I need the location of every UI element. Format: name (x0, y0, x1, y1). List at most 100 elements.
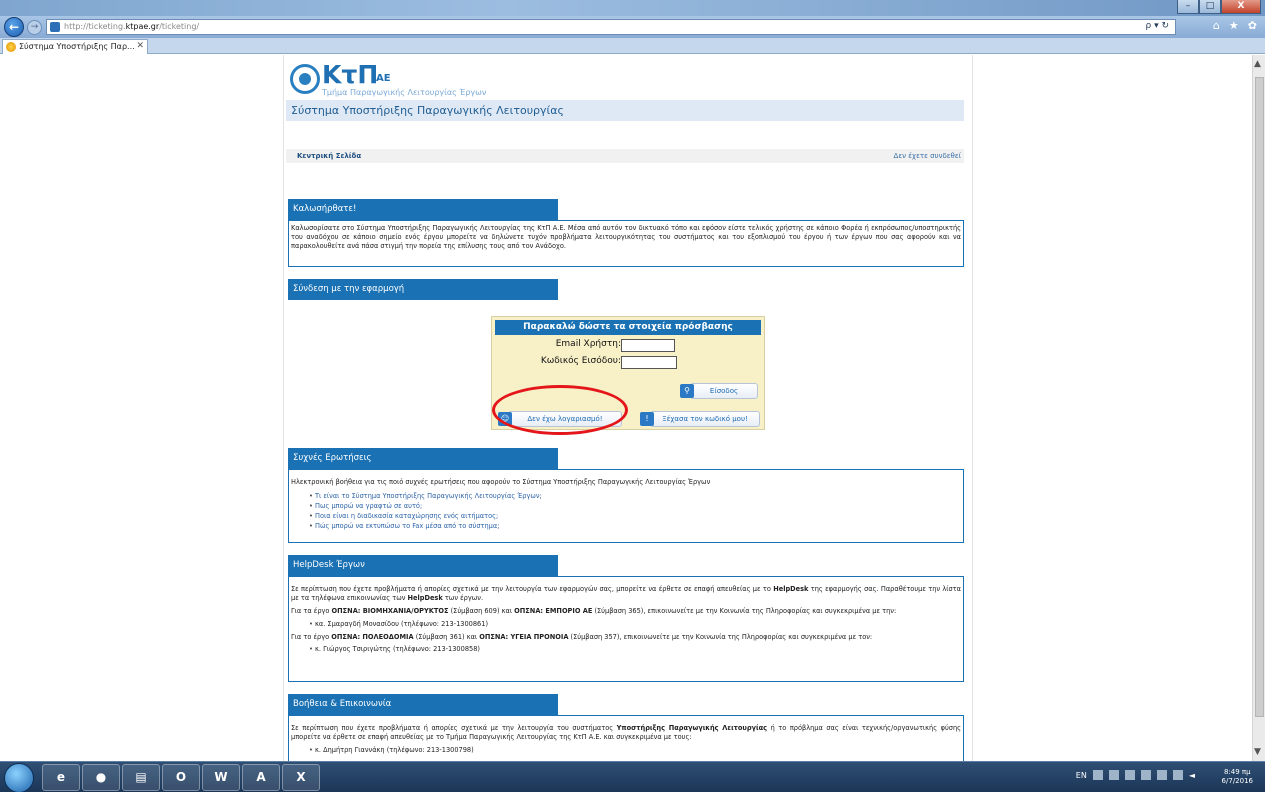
list-item[interactable]: Ποια είναι η διαδικασία καταχώρησης ενός… (309, 512, 961, 521)
faq-link[interactable]: Τι είναι το Σύστημα Υποστήριξης Παραγωγι… (315, 492, 542, 500)
helpdesk-paragraph-2: Για το έργο ΟΠΣΝΑ: ΠΟΛΕΟΔΟΜΙΑ (Σύμβαση 3… (291, 633, 961, 642)
page-icon (50, 22, 60, 32)
address-bar[interactable]: http://ticketing.ktpae.gr/ticketing/ ρ ▾… (46, 19, 1176, 35)
text-part: Για τα έργο (291, 606, 332, 615)
helpdesk-intro: Σε περίπτωση που έχετε προβλήματα ή απορ… (291, 585, 961, 603)
minimize-button[interactable]: – (1177, 0, 1199, 14)
highlight-annotation (492, 385, 628, 435)
tray-icon[interactable] (1092, 770, 1103, 780)
site-logo[interactable]: ΚτΠ ΑΕ Τμήμα Παραγωγικής Λειτουργίας Έργ… (290, 60, 550, 98)
tray-icon[interactable] (1108, 770, 1119, 780)
text-part: (Σύμβαση 357), επικοινωνείτε με την Κοιν… (568, 632, 873, 641)
text-part-bold: ΟΠΣΝΑ: ΕΜΠΟΡΙΟ ΑΕ (514, 606, 593, 615)
taskbar-app-explorer[interactable]: ▤ (122, 764, 160, 791)
close-window-button[interactable]: X (1221, 0, 1261, 14)
window-controls: – □ X (1177, 0, 1261, 14)
list-item[interactable]: Πως μπορώ να γραφτώ σε αυτό; (309, 502, 961, 511)
tray-icon[interactable] (1172, 770, 1183, 780)
forward-arrow-icon: → (30, 22, 39, 32)
scrollbar-thumb[interactable] (1255, 77, 1264, 717)
taskbar-app-chrome[interactable]: ● (82, 764, 120, 791)
chevron-up-icon[interactable]: ▲ (1254, 59, 1261, 69)
tab-bar: Σύστημα Υποστήριξης Παρ... ✕ (0, 38, 1265, 54)
os-taskbar: e ● ▤ O W A X EN ◄ 8:49 πμ 6/7/2016 (0, 761, 1265, 792)
back-button[interactable]: ← (4, 17, 24, 37)
email-field[interactable] (621, 339, 675, 352)
list-item[interactable]: Τι είναι το Σύστημα Υποστήριξης Παραγωγι… (309, 492, 961, 501)
logo-ae: ΑΕ (376, 73, 391, 84)
browser-navbar: ← → http://ticketing.ktpae.gr/ticketing/… (0, 16, 1265, 38)
faq-list: Τι είναι το Σύστημα Υποστήριξης Παραγωγι… (291, 492, 961, 531)
volume-icon[interactable]: ◄ (1189, 771, 1195, 780)
browser-toolbar-right: ⌂ ★ ✿ (1213, 19, 1257, 32)
gear-icon[interactable]: ✿ (1248, 19, 1257, 32)
faq-intro: Ηλεκτρονική βοήθεια για τις ποιό συχνές … (291, 478, 711, 486)
url-host: ktpae.gr (125, 22, 160, 31)
text-part-bold: ΟΠΣΝΑ: ΠΟΛΕΟΔΟΜΙΑ (331, 632, 414, 641)
text-part: (Σύμβαση 361) και (413, 632, 480, 641)
page-scrollbar[interactable]: ▲ ▼ (1252, 55, 1265, 761)
logo-subtitle: Τμήμα Παραγωγικής Λειτουργίας Έργων (322, 88, 487, 97)
support-text: Σε περίπτωση που έχετε προβλήματα ή απορ… (291, 724, 961, 742)
tray-icon[interactable] (1124, 770, 1135, 780)
faq-heading: Συχνές Ερωτήσεις (288, 448, 558, 469)
home-icon[interactable]: ⌂ (1213, 19, 1220, 32)
helpdesk-contacts-2: κ. Γιώργος Τσιριγώτης (τηλέφωνο: 213-130… (291, 645, 961, 654)
faq-link[interactable]: Ποια είναι η διαδικασία καταχώρησης ενός… (315, 512, 498, 520)
favorites-star-icon[interactable]: ★ (1229, 19, 1239, 32)
url-text: http://ticketing.ktpae.gr/ticketing/ (64, 22, 199, 31)
welcome-text: Καλωσορίσατε στο Σύστημα Υποστήριξης Παρ… (291, 224, 961, 250)
url-prefix: http://ticketing. (64, 22, 126, 31)
browser-tab-active[interactable]: Σύστημα Υποστήριξης Παρ... ✕ (2, 39, 148, 54)
window-titlebar: – □ X (0, 0, 1265, 16)
login-status: Δεν έχετε συνδεθεί (893, 152, 961, 160)
language-indicator[interactable]: EN (1076, 771, 1087, 780)
text-part: (Σύμβαση 365), επικοινωνείτε με την Κοιν… (592, 606, 897, 615)
tab-title: Σύστημα Υποστήριξης Παρ... (19, 42, 135, 51)
helpdesk-paragraph-1: Για τα έργο ΟΠΣΝΑ: ΒΙΟΜΗΧΑΝΙΑ/ΟΡΥΚΤΟΣ (Σ… (291, 607, 961, 616)
taskbar-app-outlook[interactable]: O (162, 764, 200, 791)
back-arrow-icon: ← (8, 20, 20, 34)
maximize-button[interactable]: □ (1199, 0, 1221, 14)
page-title: Σύστημα Υποστήριξης Παραγωγικής Λειτουργ… (286, 100, 964, 121)
tray-icon[interactable] (1156, 770, 1167, 780)
taskbar-app-word[interactable]: W (202, 764, 240, 791)
text-part-bold: HelpDesk (773, 585, 809, 593)
welcome-heading: Καλωσήρθατε! (288, 199, 558, 220)
password-field[interactable] (621, 356, 677, 369)
list-item: κα. Σμαραγδή Μονασίδου (τηλέφωνο: 213-13… (309, 620, 961, 629)
clock[interactable]: 8:49 πμ 6/7/2016 (1222, 768, 1253, 786)
text-part-bold: Υποστήριξης Παραγωγικής Λειτουργίας (616, 724, 768, 732)
taskbar-app-acrobat[interactable]: A (242, 764, 280, 791)
list-item: κ. Δημήτρη Γιαννάκη (τηλέφωνο: 213-13007… (309, 746, 961, 755)
faq-link[interactable]: Πως μπορώ να γραφτώ σε αυτό; (315, 502, 422, 510)
address-tools[interactable]: ρ ▾ ↻ (1146, 21, 1170, 31)
text-part: Σε περίπτωση που έχετε προβλήματα ή απορ… (291, 724, 617, 732)
text-part-bold: ΟΠΣΝΑ: ΥΓΕΙΑ ΠΡΟΝΟΙΑ (479, 632, 569, 641)
start-button[interactable] (4, 763, 34, 792)
forgot-password-button[interactable]: ! Ξέχασα τον κωδικό μου! (640, 411, 760, 427)
breadcrumb: Κεντρική Σελίδα Δεν έχετε συνδεθεί (286, 149, 964, 163)
chevron-down-icon[interactable]: ▼ (1254, 747, 1261, 757)
helpdesk-contacts-1: κα. Σμαραγδή Μονασίδου (τηλέφωνο: 213-13… (291, 620, 961, 629)
email-label: Email Χρήστη: (555, 339, 621, 349)
forward-button[interactable]: → (27, 20, 42, 35)
home-link[interactable]: Κεντρική Σελίδα (297, 149, 361, 163)
page-container: ΚτΠ ΑΕ Τμήμα Παραγωγικής Λειτουργίας Έργ… (283, 55, 973, 761)
tray-icon[interactable] (1140, 770, 1151, 780)
login-button[interactable]: ⚲ Είσοδος (680, 383, 758, 399)
text-part-bold: HelpDesk (407, 593, 443, 602)
text-part: (Σύμβαση 609) και (448, 606, 515, 615)
login-button-label: Είσοδος (709, 387, 739, 395)
clock-date: 6/7/2016 (1221, 777, 1253, 786)
login-box-title: Παρακαλώ δώστε τα στοιχεία πρόσβασης (495, 320, 761, 335)
taskbar-app-excel[interactable]: X (282, 764, 320, 791)
support-heading: Βοήθεια & Επικοινωνία (288, 694, 558, 715)
system-tray: EN ◄ (1076, 770, 1195, 780)
taskbar-app-ie[interactable]: e (42, 764, 80, 791)
faq-link[interactable]: Πώς μπορώ να εκτυπώσω το Fax μέσα από το… (315, 522, 499, 530)
welcome-box: Καλωσορίσατε στο Σύστημα Υποστήριξης Παρ… (288, 220, 964, 267)
tab-close-icon[interactable]: ✕ (136, 40, 144, 53)
logo-circle-icon (290, 64, 320, 94)
list-item[interactable]: Πώς μπορώ να εκτυπώσω το Fax μέσα από το… (309, 522, 961, 531)
